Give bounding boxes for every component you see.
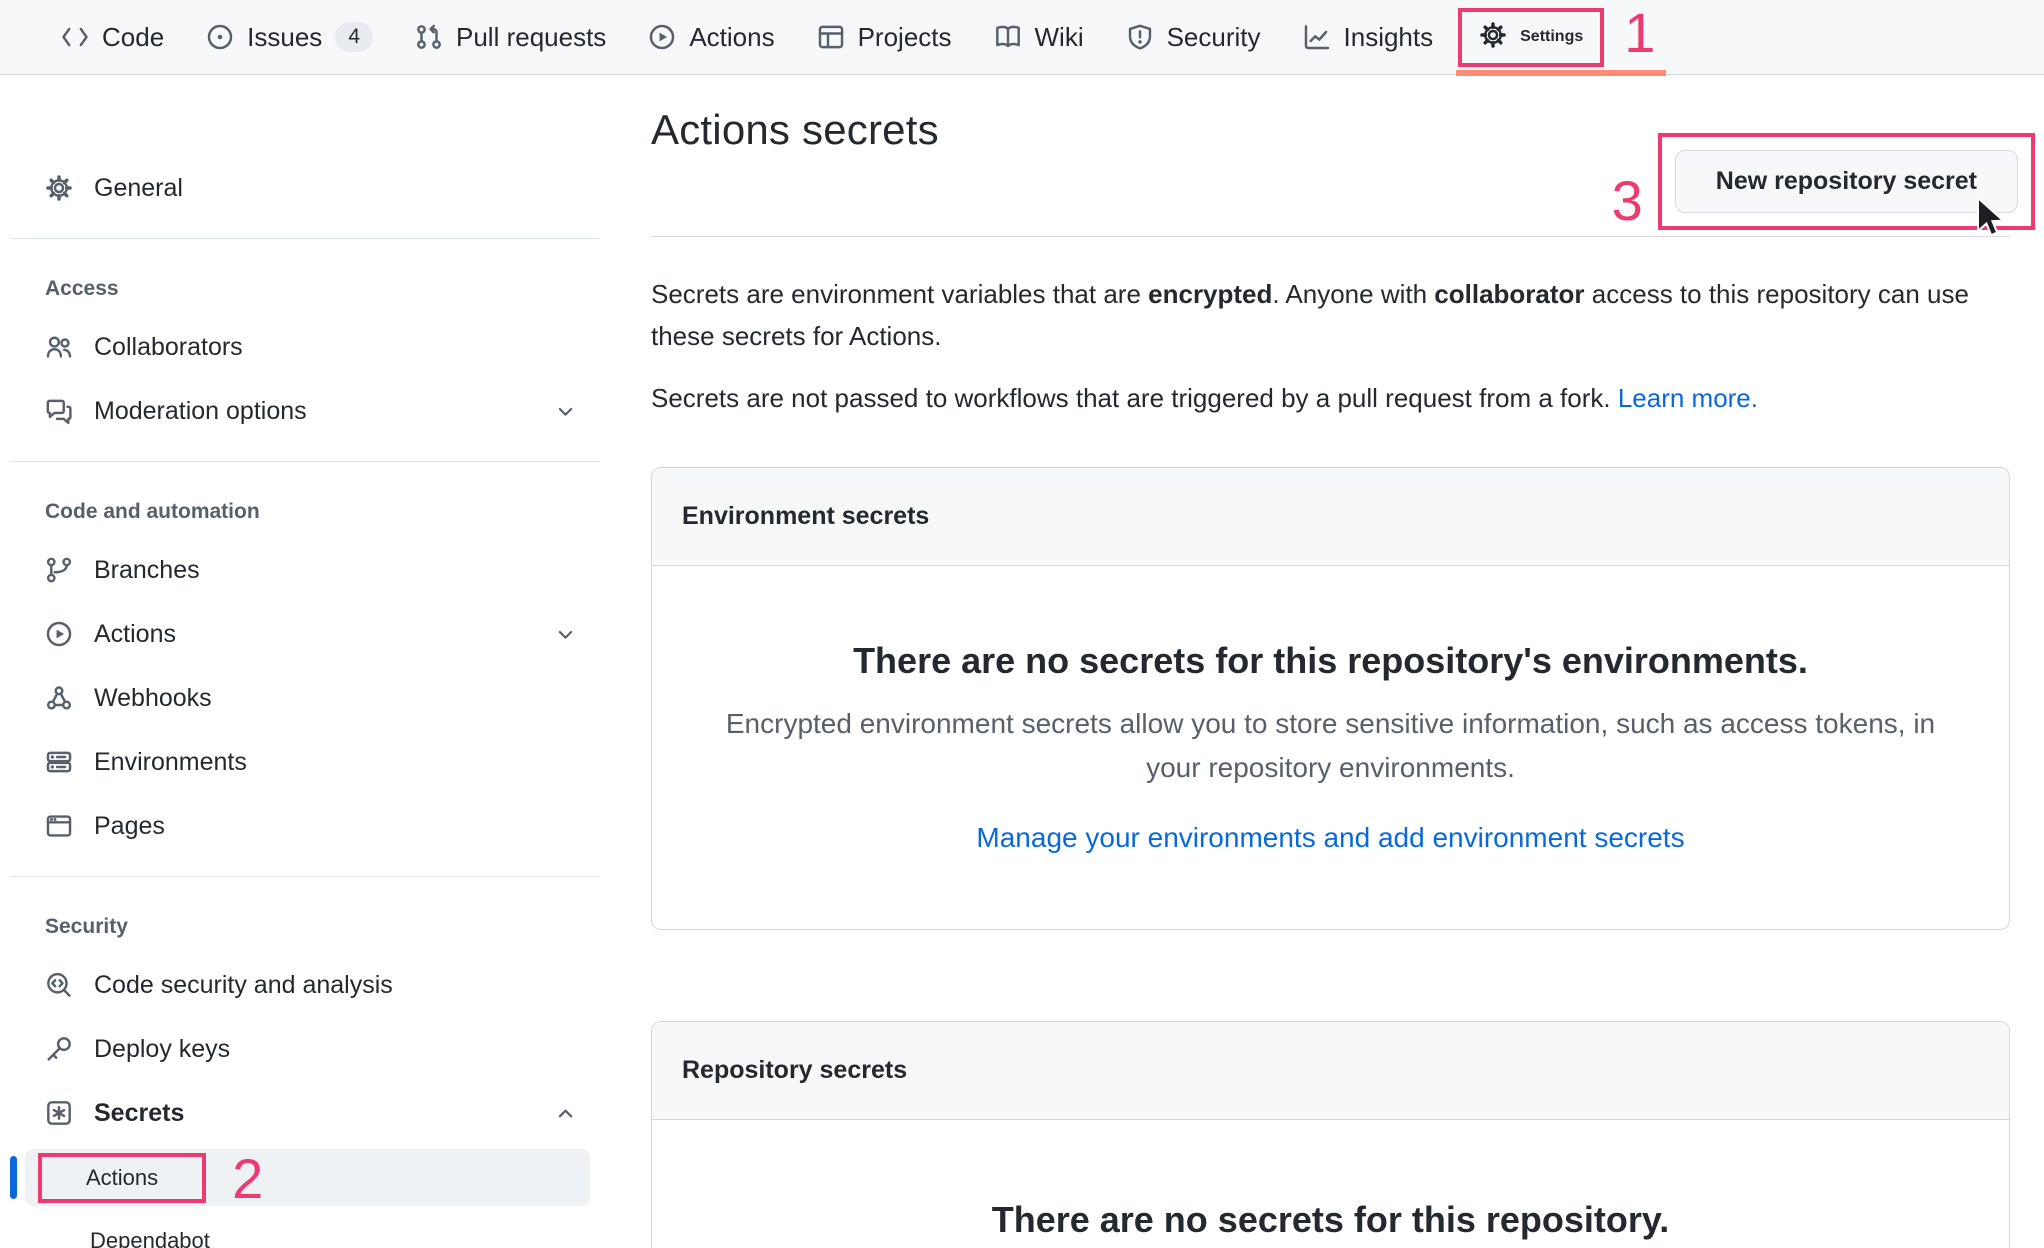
- sidebar-item-label: Actions: [86, 1165, 158, 1190]
- sidebar-divider: [10, 238, 600, 239]
- sidebar-item-secrets[interactable]: Secrets: [10, 1081, 600, 1145]
- mouse-cursor: [1976, 198, 2016, 247]
- active-item-indicator: [10, 1156, 17, 1199]
- issues-count-badge: 4: [335, 22, 373, 52]
- sidebar-item-label: Webhooks: [94, 684, 212, 713]
- gear-icon: [45, 174, 73, 202]
- page-header: Actions secrets 3 New repository secret: [651, 106, 2010, 237]
- new-repository-secret-button[interactable]: New repository secret: [1675, 150, 2018, 213]
- repository-secrets-body: There are no secrets for this repository…: [652, 1120, 2009, 1243]
- comment-discussion-icon: [45, 397, 73, 425]
- sidebar-item-label: General: [94, 174, 183, 203]
- tab-label: Issues: [247, 22, 322, 53]
- sidebar-item-general[interactable]: General: [10, 156, 600, 220]
- tab-label: Wiki: [1035, 22, 1084, 53]
- tab-label: Insights: [1344, 22, 1434, 53]
- repo-tab-bar: Code Issues 4 Pull requests Actions Proj…: [0, 0, 2044, 75]
- book-icon: [994, 23, 1022, 51]
- people-icon: [45, 333, 73, 361]
- key-icon: [45, 1035, 73, 1063]
- repository-secrets-header: Repository secrets: [652, 1022, 2009, 1120]
- environment-secrets-header: Environment secrets: [652, 468, 2009, 566]
- tab-issues[interactable]: Issues 4: [185, 0, 394, 74]
- sidebar-item-label: Deploy keys: [94, 1035, 230, 1064]
- sidebar-item-environments[interactable]: Environments: [10, 730, 600, 794]
- play-icon: [648, 23, 676, 51]
- sidebar-item-actions[interactable]: Actions: [10, 602, 600, 666]
- annotation-box-2: Actions: [38, 1153, 206, 1203]
- chevron-down-icon[interactable]: [553, 622, 578, 647]
- squared-asterisk-icon: [45, 1099, 73, 1127]
- sidebar-section-code-automation: Code and automation: [10, 480, 600, 538]
- sidebar-item-label: Secrets: [94, 1099, 184, 1128]
- learn-more-link[interactable]: Learn more.: [1618, 383, 1758, 413]
- tab-settings[interactable]: Settings: [1458, 8, 1604, 67]
- environment-secrets-empty-title: There are no secrets for this repository…: [712, 638, 1949, 684]
- secrets-intro-text: Secrets are environment variables that a…: [651, 273, 2010, 357]
- play-icon: [45, 620, 73, 648]
- sidebar-item-secrets-dependabot[interactable]: Dependabot: [10, 1206, 600, 1248]
- sidebar-section-security: Security: [10, 895, 600, 953]
- sidebar-item-branches[interactable]: Branches: [10, 538, 600, 602]
- sidebar-item-secrets-actions[interactable]: Actions 2: [25, 1149, 590, 1206]
- tab-insights[interactable]: Insights: [1282, 0, 1455, 74]
- codescan-icon: [45, 971, 73, 999]
- sidebar-section-access: Access: [10, 257, 600, 315]
- tab-label: Projects: [858, 22, 952, 53]
- tab-security[interactable]: Security: [1105, 0, 1282, 74]
- code-icon: [61, 23, 89, 51]
- annotation-3-group: 3 New repository secret: [1612, 133, 2035, 230]
- sidebar-item-label: Moderation options: [94, 397, 307, 426]
- environment-secrets-body: There are no secrets for this repository…: [652, 566, 2009, 858]
- sidebar-item-label: Actions: [94, 620, 176, 649]
- sidebar-item-moderation-options[interactable]: Moderation options: [10, 379, 600, 443]
- tab-label: Actions: [689, 22, 774, 53]
- tab-label: Security: [1167, 22, 1261, 53]
- environment-secrets-empty-description: Encrypted environment secrets allow you …: [716, 702, 1946, 790]
- graph-icon: [1303, 23, 1331, 51]
- annotation-number-2: 2: [232, 1151, 263, 1207]
- git-branch-icon: [45, 556, 73, 584]
- manage-environments-link[interactable]: Manage your environments and add environ…: [976, 818, 1684, 858]
- sidebar-item-label: Environments: [94, 748, 247, 777]
- shield-icon: [1126, 23, 1154, 51]
- git-pull-request-icon: [415, 23, 443, 51]
- sidebar-item-deploy-keys[interactable]: Deploy keys: [10, 1017, 600, 1081]
- server-icon: [45, 748, 73, 776]
- tab-settings-wrap: Settings: [1458, 0, 1604, 74]
- tab-wiki[interactable]: Wiki: [973, 0, 1105, 74]
- sidebar-item-collaborators[interactable]: Collaborators: [10, 315, 600, 379]
- settings-sidebar: General Access Collaborators Moderation …: [0, 75, 620, 1248]
- sidebar-divider: [10, 876, 600, 877]
- sidebar-item-label: Code security and analysis: [94, 971, 393, 1000]
- issue-opened-icon: [206, 23, 234, 51]
- tab-actions[interactable]: Actions: [627, 0, 795, 74]
- tab-code[interactable]: Code: [40, 0, 185, 74]
- annotation-number-1: 1: [1624, 5, 1655, 61]
- tab-pull-requests[interactable]: Pull requests: [394, 0, 627, 74]
- webhook-icon: [45, 684, 73, 712]
- fork-note-text: Secrets are not passed to workflows that…: [651, 377, 2010, 419]
- table-icon: [817, 23, 845, 51]
- repository-secrets-empty-title: There are no secrets for this repository…: [712, 1197, 1949, 1243]
- chevron-up-icon[interactable]: [553, 1101, 578, 1126]
- main-content: Actions secrets 3 New repository secret …: [620, 75, 2044, 1248]
- gear-icon: [1479, 21, 1507, 54]
- annotation-number-3: 3: [1612, 173, 1643, 229]
- sidebar-item-label: Pages: [94, 812, 165, 841]
- sidebar-item-code-security[interactable]: Code security and analysis: [10, 953, 600, 1017]
- sidebar-item-webhooks[interactable]: Webhooks: [10, 666, 600, 730]
- sidebar-divider: [10, 461, 600, 462]
- sidebar-item-pages[interactable]: Pages: [10, 794, 600, 858]
- tab-label: Settings: [1520, 28, 1583, 46]
- sidebar-item-label: Collaborators: [94, 333, 243, 362]
- tab-projects[interactable]: Projects: [796, 0, 973, 74]
- tab-label: Pull requests: [456, 22, 606, 53]
- repository-secrets-box: Repository secrets There are no secrets …: [651, 1021, 2010, 1248]
- chevron-down-icon[interactable]: [553, 399, 578, 424]
- tab-label: Code: [102, 22, 164, 53]
- environment-secrets-box: Environment secrets There are no secrets…: [651, 467, 2010, 930]
- sidebar-item-label: Branches: [94, 556, 200, 585]
- browser-icon: [45, 812, 73, 840]
